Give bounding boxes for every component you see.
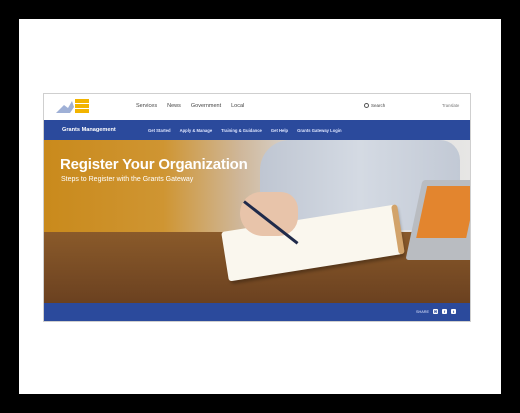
hero-subtitle: Steps to Register with the Grants Gatewa… bbox=[61, 176, 194, 183]
grants-management-title[interactable]: Grants Management bbox=[62, 127, 116, 133]
website-screenshot: Services News Government Local Search Tr… bbox=[44, 94, 470, 321]
nav-gateway-login[interactable]: Grants Gateway Login bbox=[297, 128, 341, 133]
nav-apply-manage[interactable]: Apply & Manage bbox=[180, 128, 213, 133]
nav-get-help[interactable]: Get Help bbox=[271, 128, 288, 133]
hero-title: Register Your Organization bbox=[60, 156, 248, 173]
hero-footer-bar: SHARE ✉ f t bbox=[44, 303, 470, 321]
nav-services[interactable]: Services bbox=[136, 103, 157, 109]
ny-state-logo-icon[interactable] bbox=[54, 97, 94, 117]
nav-get-started[interactable]: Get Started bbox=[148, 128, 171, 133]
search-label: Search bbox=[371, 103, 386, 108]
share-label: SHARE bbox=[416, 309, 430, 314]
nav-training-guidance[interactable]: Training & Guidance bbox=[221, 128, 262, 133]
nav-government[interactable]: Government bbox=[191, 103, 221, 109]
hand-image bbox=[240, 192, 298, 236]
nav-local[interactable]: Local bbox=[231, 103, 244, 109]
grants-nav-links: Get Started Apply & Manage Training & Gu… bbox=[148, 128, 342, 133]
share-group: SHARE ✉ f t bbox=[416, 309, 457, 314]
email-share-icon[interactable]: ✉ bbox=[433, 309, 439, 314]
search-button[interactable]: Search bbox=[364, 103, 385, 108]
site-header: Services News Government Local Search Tr… bbox=[44, 94, 470, 120]
nav-news[interactable]: News bbox=[167, 103, 181, 109]
top-nav: Services News Government Local bbox=[136, 103, 244, 109]
grants-nav-bar: Grants Management Get Started Apply & Ma… bbox=[44, 120, 470, 140]
hero-banner: Register Your Organization Steps to Regi… bbox=[44, 140, 470, 303]
search-icon bbox=[364, 103, 369, 108]
facebook-share-icon[interactable]: f bbox=[442, 309, 448, 314]
translate-link[interactable]: Translate bbox=[442, 103, 459, 108]
twitter-share-icon[interactable]: t bbox=[451, 309, 457, 314]
